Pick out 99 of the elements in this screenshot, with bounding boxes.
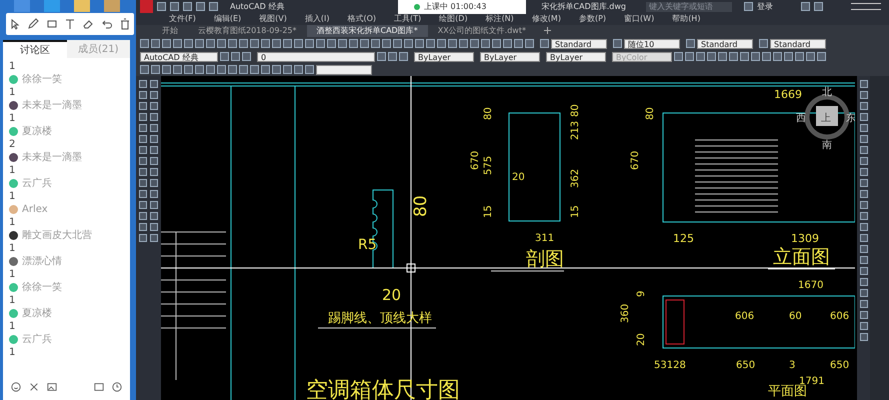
- style-dropdown[interactable]: 随位10: [624, 38, 680, 48]
- message-count: 1: [9, 164, 16, 177]
- message-count: 1: [9, 294, 16, 307]
- message-count: 1: [9, 86, 16, 99]
- dimension-label: 80: [570, 104, 581, 117]
- dimension-label: 80: [411, 195, 431, 217]
- dimension-label: 575: [483, 156, 494, 175]
- message-count: 1: [9, 112, 16, 125]
- dimension-label: 1669: [774, 88, 802, 101]
- smiley-icon[interactable]: [11, 382, 21, 392]
- dimension-label: 80: [483, 107, 494, 120]
- undo-icon[interactable]: [100, 18, 113, 30]
- pen-icon[interactable]: [27, 18, 40, 30]
- message-count: 1: [9, 320, 16, 333]
- toolbar-icon[interactable]: [613, 39, 622, 48]
- style-dropdown[interactable]: Standard: [551, 38, 607, 48]
- property-dropdown[interactable]: ByLayer: [414, 52, 474, 62]
- menu-item[interactable]: 参数(P): [570, 13, 616, 25]
- dimension-label: 80: [645, 107, 656, 120]
- clock-icon[interactable]: [112, 382, 122, 392]
- dimension-label: 650: [736, 360, 756, 371]
- document-tab[interactable]: 开始: [152, 25, 188, 37]
- dimension-label: 立面图: [773, 246, 830, 268]
- screen-icon[interactable]: [94, 382, 104, 392]
- menu-item[interactable]: 插入(I): [296, 13, 338, 25]
- dimension-label: 15: [570, 205, 581, 218]
- dimension-label: 20: [382, 286, 402, 304]
- dimension-label: R5: [358, 237, 377, 253]
- document-tab[interactable]: 酒整西装宋化拆单CAD图库*: [306, 25, 428, 37]
- image-icon[interactable]: [47, 382, 57, 392]
- message-count: 2: [9, 138, 16, 151]
- menu-item[interactable]: 视图(V): [250, 13, 296, 25]
- dimension-label: 平面图: [768, 384, 807, 399]
- message-count: 1: [9, 60, 16, 73]
- search-field[interactable]: 键入关键字或短语: [646, 2, 732, 12]
- window-controls-icon[interactable]: [851, 3, 881, 10]
- compass-label: 西: [796, 113, 806, 124]
- menu-item[interactable]: 帮助(H): [663, 13, 710, 25]
- dimension-label: 53128: [654, 360, 686, 371]
- dimension-label: 311: [535, 233, 554, 244]
- dimension-label: 670: [470, 150, 481, 170]
- menu-item[interactable]: 格式(O): [338, 13, 386, 25]
- menu-item[interactable]: 文件(F): [160, 13, 205, 25]
- property-dropdown[interactable]: ByLayer: [480, 52, 540, 62]
- plus-icon[interactable]: [544, 27, 551, 34]
- menu-item[interactable]: 标注(N): [476, 13, 523, 25]
- dimension-label: 360: [620, 304, 631, 323]
- workspace-label[interactable]: AutoCAD 经典: [230, 0, 284, 12]
- menu-item[interactable]: 绘图(D): [430, 13, 477, 25]
- message-count: 1: [9, 242, 16, 255]
- dimension-label: 60: [789, 311, 802, 322]
- menu-item[interactable]: 修改(M): [522, 13, 570, 25]
- document-tab[interactable]: XX公司的图纸文件.dwt*: [428, 25, 536, 37]
- dimension-label: 剖图: [526, 248, 564, 270]
- view-cube: [816, 106, 838, 126]
- cursor-icon[interactable]: [9, 18, 22, 30]
- scissors-icon[interactable]: [29, 382, 39, 392]
- document-tab[interactable]: 云樱教育图纸2018-09-25*: [188, 25, 306, 37]
- message-count: 1: [9, 268, 16, 281]
- dimension-label: 3: [789, 360, 796, 371]
- status-dot-icon: [414, 4, 420, 10]
- dimension-label: 606: [735, 311, 754, 322]
- login-link[interactable]: 登录: [757, 0, 773, 12]
- style-dropdown[interactable]: Standard: [770, 38, 826, 48]
- plan-detail-outline: [666, 300, 684, 344]
- message-count: 1: [9, 346, 16, 359]
- blank-dropdown[interactable]: [316, 64, 372, 74]
- menu-item[interactable]: 编辑(E): [204, 13, 250, 25]
- dimension-label: 213: [570, 120, 581, 140]
- workspace-dropdown[interactable]: AutoCAD 经典: [140, 52, 218, 62]
- dimension-label: 1309: [791, 232, 819, 245]
- dimension-label: 362: [570, 168, 581, 188]
- document-title: 宋化拆单CAD图库.dwg: [542, 0, 626, 12]
- compass-label: 南: [822, 140, 832, 151]
- layer-dropdown[interactable]: 0: [257, 52, 375, 62]
- compass-label: 北: [822, 87, 832, 98]
- eraser-icon[interactable]: [82, 18, 94, 30]
- title-underline: [768, 268, 836, 270]
- message-count: 1: [9, 216, 16, 229]
- timer-text: 上课中 01:00:43: [424, 1, 486, 13]
- trash-icon[interactable]: [118, 18, 131, 30]
- dimension-label: 20: [636, 333, 647, 346]
- menu-item[interactable]: 工具(T): [385, 13, 430, 25]
- pickbox-icon: [406, 264, 416, 272]
- dimension-label: 650: [830, 360, 850, 371]
- rectangle-icon[interactable]: [46, 18, 58, 30]
- dimension-label: 15: [483, 205, 494, 218]
- compass-label: 上: [821, 113, 831, 124]
- dimension-label: 1670: [798, 280, 824, 291]
- dimension-label: 125: [673, 232, 694, 245]
- property-dropdown[interactable]: ByLayer: [546, 52, 606, 62]
- dimension-label: 9: [636, 290, 647, 297]
- dimension-label: 670: [630, 150, 641, 170]
- text-icon[interactable]: [64, 18, 76, 30]
- style-dropdown[interactable]: Standard: [697, 38, 753, 48]
- menu-item[interactable]: 窗口(W): [615, 13, 664, 25]
- message-count: 1: [9, 190, 16, 203]
- dimension-label: 606: [830, 311, 850, 322]
- dimension-label: 20: [512, 172, 525, 183]
